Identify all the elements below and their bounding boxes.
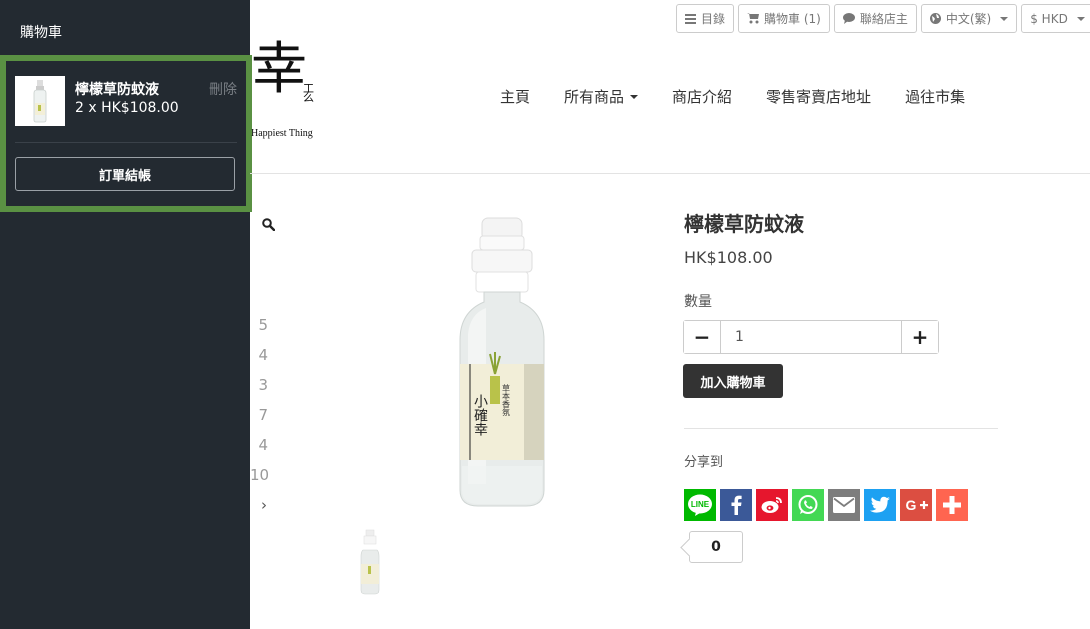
product-bottle-image: 小確幸 草本香氛 [459, 217, 545, 507]
whatsapp-icon [798, 495, 818, 514]
share-label: 分享到 [684, 455, 724, 470]
page: 購物車 檸檬草防蚊液 2 x HK$108.00 刪除 訂單結帳 目錄 購物車 … [0, 0, 1090, 629]
svg-text:G: G [906, 497, 917, 513]
share-line-button[interactable]: LINE [684, 489, 716, 521]
nav-item-retail-locations[interactable]: 零售寄賣店地址 [766, 86, 871, 107]
chevron-down-icon [630, 94, 639, 99]
google-plus-icon: G [906, 497, 928, 513]
top-toolbar: 目錄 購物車 (1) 聯絡店主 中文(繁) $ HKD [676, 4, 1090, 33]
product-main-image[interactable]: 小確幸 草本香氛 [440, 214, 570, 514]
currency-label: $ HKD [1030, 11, 1068, 26]
cart-item-panel: 檸檬草防蚊液 2 x HK$108.00 刪除 訂單結帳 [0, 55, 252, 212]
currency-dropdown[interactable]: $ HKD [1021, 4, 1090, 33]
bottle-label-text-big: 小確幸 [472, 394, 488, 436]
list-icon [685, 13, 696, 24]
share-twitter-button[interactable] [864, 489, 896, 521]
cart-divider [15, 142, 237, 143]
logo-main-character: 幸 [251, 37, 307, 102]
quantity-stepper: − 1 + [683, 320, 939, 354]
logo-subtitle: Happiest Thing [251, 128, 313, 139]
product-divider [684, 428, 998, 429]
cart-item-quantity-price: 2 x HK$108.00 [75, 100, 179, 116]
contact-owner-button[interactable]: 聯絡店主 [833, 4, 917, 33]
share-whatsapp-button[interactable] [792, 489, 824, 521]
share-count-bubble: 0 [689, 531, 743, 563]
logo-small-text: 工 么 [303, 83, 314, 104]
cart-item-remove-link[interactable]: 刪除 [209, 79, 237, 99]
header-divider [250, 173, 1090, 174]
quantity-decrease-button[interactable]: − [684, 321, 720, 353]
nav-item-home[interactable]: 主頁 [500, 86, 530, 107]
share-count: 0 [711, 539, 721, 555]
nav-item-past-markets[interactable]: 過往市集 [905, 86, 965, 107]
nav-item-all-products[interactable]: 所有商品 [564, 86, 639, 107]
chevron-down-icon [1076, 16, 1085, 21]
quantity-label: 數量 [684, 294, 712, 310]
chat-bubble-icon [842, 13, 855, 24]
add-to-cart-button[interactable]: 加入購物車 [683, 364, 783, 398]
zoom-button[interactable] [262, 216, 276, 235]
plus-icon [943, 496, 961, 514]
product-title: 檸檬草防蚊液 [684, 212, 804, 236]
thumbnail-partial[interactable]: 4 [250, 434, 274, 464]
email-icon [833, 497, 855, 513]
twitter-icon [870, 496, 890, 513]
sidebar-title: 購物車 [20, 25, 62, 41]
thumbnail-strip: 5 4 3 7 4 10 [250, 314, 274, 494]
line-icon: LINE [688, 494, 712, 516]
share-facebook-button[interactable] [720, 489, 752, 521]
nav-item-label: 主頁 [500, 88, 531, 106]
language-dropdown[interactable]: 中文(繁) [920, 4, 1018, 33]
product-price: HK$108.00 [684, 248, 773, 267]
cart-button[interactable]: 購物車 (1) [738, 4, 830, 33]
nav-item-about[interactable]: 商店介紹 [672, 86, 732, 107]
thumbnail-partial[interactable]: 10 [250, 464, 274, 494]
nav-item-label: 所有商品 [564, 88, 625, 106]
share-email-button[interactable] [828, 489, 860, 521]
quantity-input[interactable]: 1 [720, 321, 902, 353]
main-nav: 主頁 所有商品 商店介紹 零售寄賣店地址 過往市集 [500, 86, 965, 107]
share-weibo-button[interactable] [756, 489, 788, 521]
cart-item-name[interactable]: 檸檬草防蚊液 [75, 79, 159, 99]
weibo-icon [761, 497, 782, 513]
shopping-cart-icon [747, 13, 760, 24]
cart-label: 購物車 (1) [764, 12, 821, 26]
search-icon [262, 218, 276, 232]
share-more-button[interactable] [936, 489, 968, 521]
bottle-thumbnail-icon [33, 80, 47, 123]
cart-sidebar: 購物車 檸檬草防蚊液 2 x HK$108.00 刪除 訂單結帳 [0, 0, 252, 629]
nav-item-label: 零售寄賣店地址 [766, 88, 872, 106]
thumbnail-partial[interactable]: 4 [250, 344, 274, 374]
share-buttons: LINE G [684, 489, 968, 521]
nav-item-label: 商店介紹 [672, 88, 733, 106]
cart-item-thumbnail[interactable] [15, 76, 65, 126]
product-thumbnail[interactable] [356, 528, 384, 596]
share-google-plus-button[interactable]: G [900, 489, 932, 521]
checkout-button[interactable]: 訂單結帳 [15, 157, 235, 191]
nav-item-label: 過往市集 [905, 88, 966, 106]
catalog-button[interactable]: 目錄 [676, 4, 735, 33]
contact-owner-label: 聯絡店主 [859, 12, 908, 26]
thumbnail-partial[interactable]: 7 [250, 404, 274, 434]
globe-icon [929, 13, 941, 24]
chevron-down-icon [1000, 16, 1009, 21]
facebook-icon [731, 495, 742, 515]
gallery-next-arrow[interactable]: › [261, 496, 267, 514]
store-logo[interactable]: 幸 工 么 Happiest Thing [251, 42, 331, 146]
thumbnail-partial[interactable]: 3 [250, 374, 274, 404]
bottle-thumbnail-icon [360, 529, 380, 595]
logo-small-line-2: 么 [303, 91, 314, 104]
language-label: 中文(繁) [945, 12, 992, 26]
bottle-label-text-small: 草本香氛 [502, 383, 511, 417]
thumbnail-partial[interactable]: 5 [250, 314, 274, 344]
catalog-label: 目錄 [701, 12, 726, 26]
quantity-increase-button[interactable]: + [902, 321, 938, 353]
svg-text:LINE: LINE [691, 500, 710, 509]
